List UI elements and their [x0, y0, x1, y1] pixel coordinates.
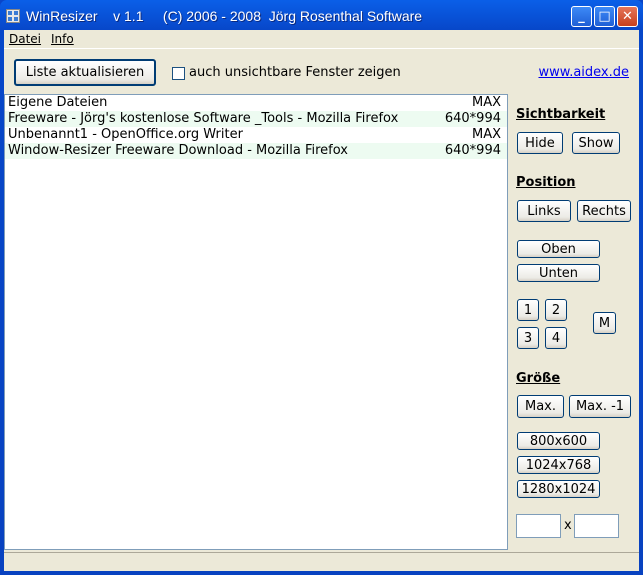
window-size-cell: MAX — [471, 95, 501, 110]
max-minus-one-button[interactable]: Max. -1 — [569, 395, 631, 418]
size-1024x768-button[interactable]: 1024x768 — [517, 456, 600, 474]
window-size-cell: MAX — [471, 127, 501, 142]
quadrant-1-button[interactable]: 1 — [517, 299, 539, 321]
visibility-heading: Sichtbarkeit — [516, 107, 606, 122]
list-item[interactable]: Eigene Dateien MAX — [5, 95, 507, 111]
status-bar — [4, 552, 639, 571]
show-button[interactable]: Show — [572, 132, 620, 154]
maximize-button[interactable]: □ — [594, 6, 615, 27]
refresh-list-button[interactable]: Liste aktualisieren — [14, 59, 156, 86]
size-1280x1024-button[interactable]: 1280x1024 — [517, 480, 600, 498]
quadrant-2-button[interactable]: 2 — [545, 299, 567, 321]
right-button[interactable]: Rechts — [577, 200, 631, 222]
max-button[interactable]: Max. — [517, 395, 564, 418]
window-title-cell: Freeware - Jörg's kostenlose Software _T… — [8, 111, 399, 126]
size-separator: x — [564, 518, 572, 533]
quadrant-3-button[interactable]: 3 — [517, 327, 539, 349]
window-title-cell: Unbenannt1 - OpenOffice.org Writer — [8, 127, 243, 142]
size-heading: Größe — [516, 371, 561, 386]
top-button[interactable]: Oben — [517, 240, 600, 258]
control-panel: Sichtbarkeit Hide Show Position Links Re… — [508, 94, 639, 550]
list-item[interactable]: Freeware - Jörg's kostenlose Software _T… — [5, 111, 507, 127]
height-input[interactable] — [574, 514, 619, 538]
menu-datei[interactable]: Datei — [9, 32, 41, 46]
list-item[interactable]: Window-Resizer Freeware Download - Mozil… — [5, 143, 507, 159]
window-title-cell: Window-Resizer Freeware Download - Mozil… — [8, 143, 348, 158]
left-button[interactable]: Links — [517, 200, 571, 222]
hide-button[interactable]: Hide — [517, 132, 563, 154]
show-invisible-checkbox[interactable] — [172, 67, 185, 80]
window-title-cell: Eigene Dateien — [8, 95, 108, 110]
close-button[interactable]: ✕ — [617, 6, 638, 27]
window-size-cell: 640*994 — [444, 111, 501, 126]
app-icon — [6, 9, 20, 23]
list-item[interactable]: Unbenannt1 - OpenOffice.org Writer MAX — [5, 127, 507, 143]
window-list[interactable]: Eigene Dateien MAX Freeware - Jörg's kost… — [4, 94, 508, 550]
minimize-button[interactable]: _ — [571, 6, 592, 27]
bottom-button[interactable]: Unten — [517, 264, 600, 282]
client-area: Datei Info Liste aktualisieren auch unsi… — [4, 30, 639, 571]
show-invisible-label[interactable]: auch unsichtbare Fenster zeigen — [189, 65, 401, 80]
position-heading: Position — [516, 175, 576, 190]
window-title: WinResizer v 1.1 (C) 2006 - 2008 Jörg Ro… — [26, 8, 423, 24]
quadrant-4-button[interactable]: 4 — [545, 327, 567, 349]
app-window: WinResizer v 1.1 (C) 2006 - 2008 Jörg Ro… — [0, 0, 643, 575]
width-input[interactable] — [516, 514, 561, 538]
menu-bar: Datei Info — [4, 30, 639, 49]
menu-info[interactable]: Info — [51, 32, 74, 46]
title-bar: WinResizer v 1.1 (C) 2006 - 2008 Jörg Ro… — [6, 5, 422, 27]
middle-button[interactable]: M — [593, 312, 616, 334]
size-800x600-button[interactable]: 800x600 — [517, 432, 600, 450]
website-link[interactable]: www.aidex.de — [538, 65, 629, 80]
window-size-cell: 640*994 — [444, 143, 501, 158]
